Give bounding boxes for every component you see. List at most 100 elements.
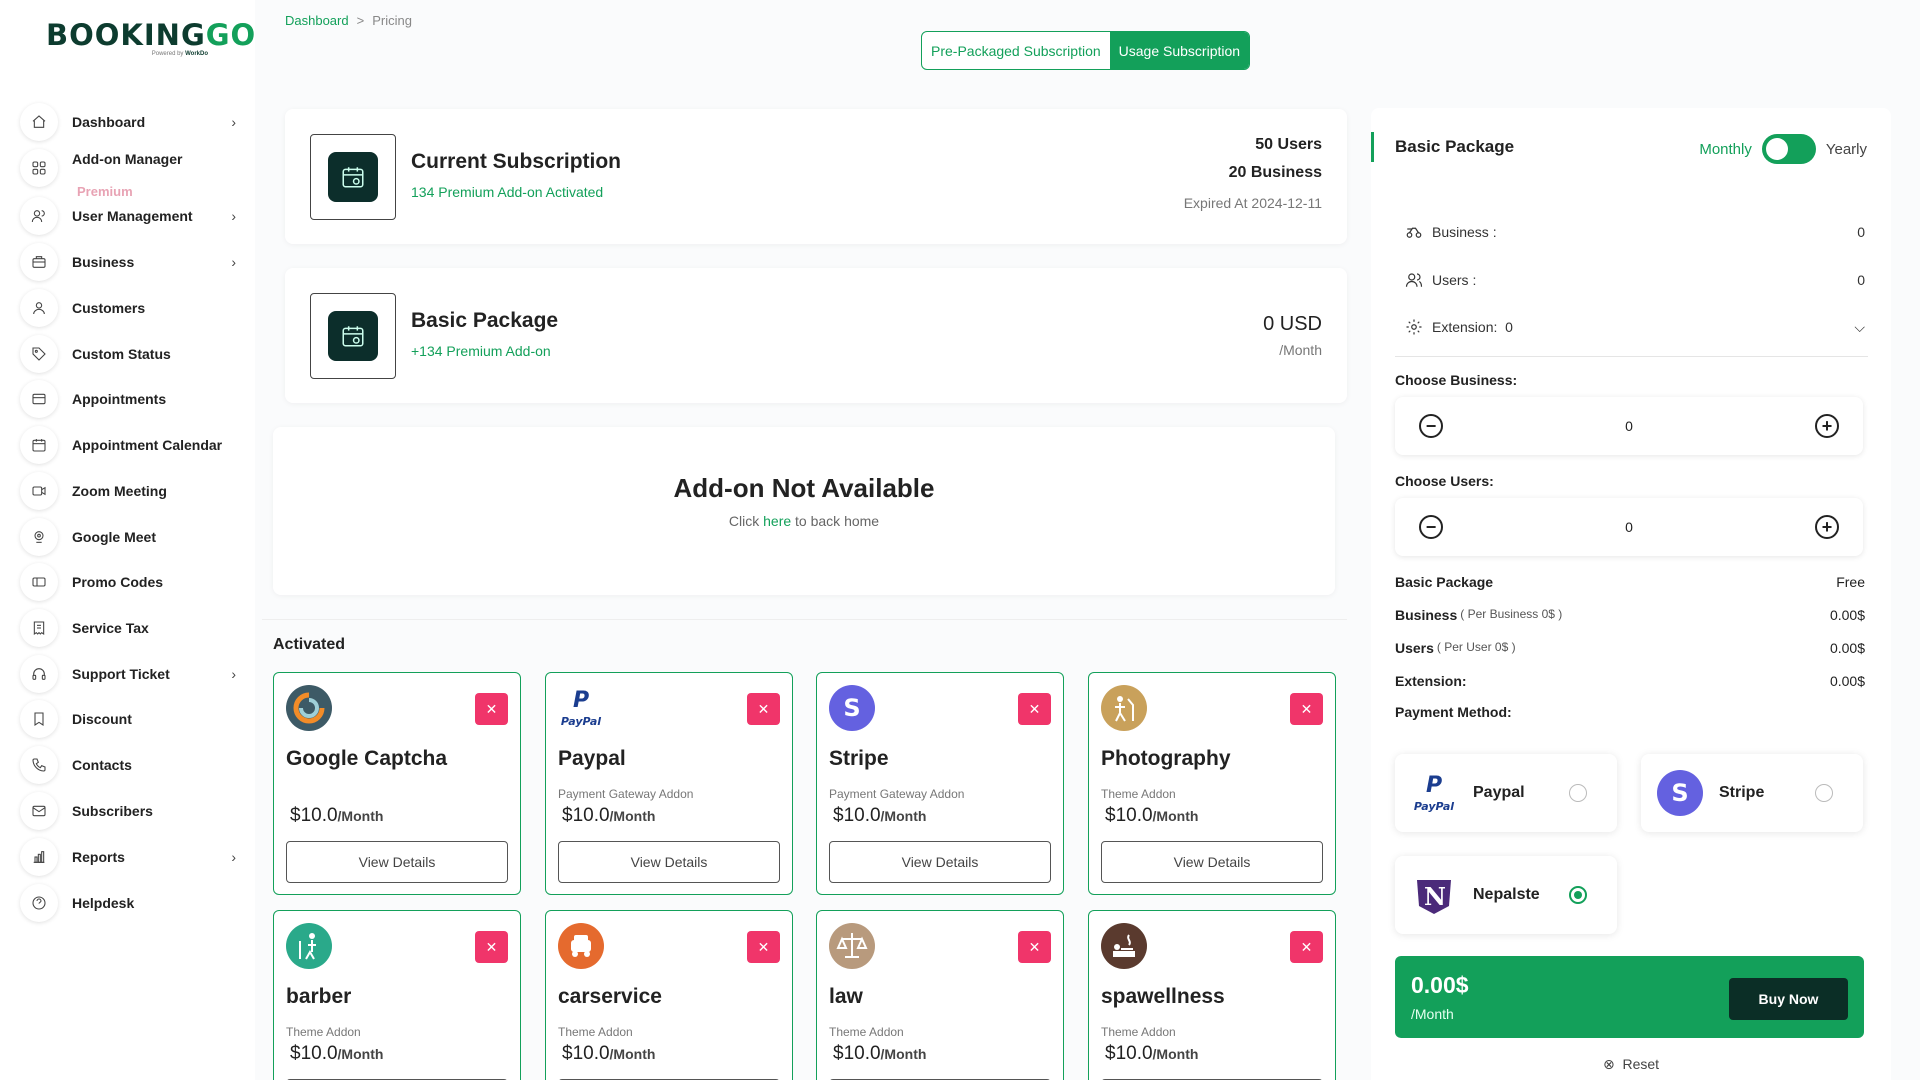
- addon-card-photography: ✕ Photography Theme Addon $10.0/Month View D…: [1088, 672, 1336, 895]
- sidebar-item-helpdesk[interactable]: Helpdesk: [20, 883, 240, 923]
- view-details-button[interactable]: View Details: [286, 841, 508, 883]
- remove-addon-button[interactable]: ✕: [475, 693, 508, 725]
- reset-button[interactable]: ⊗ Reset: [1371, 1056, 1891, 1073]
- sidebar-item-label: Support Ticket: [72, 666, 170, 682]
- addon-card-law: ✕lawTheme Addon$10.0/MonthView Details: [816, 910, 1064, 1080]
- brand-logo[interactable]: BOOKINGGO Powered by WorkDo: [46, 18, 255, 62]
- sidebar-item-discount[interactable]: Discount: [20, 699, 240, 739]
- addon-name: carservice: [558, 985, 662, 1008]
- buy-now-button[interactable]: Buy Now: [1729, 978, 1848, 1020]
- barber-icon: [286, 923, 332, 969]
- addon-card-google-captcha: ✕ Google Captcha $10.0/Month View Details: [273, 672, 521, 895]
- billing-toggle[interactable]: [1761, 134, 1816, 164]
- sidebar-item-promo-codes[interactable]: Promo Codes: [20, 562, 240, 602]
- basic-package-card: Basic Package +134 Premium Add-on 0 USD …: [285, 268, 1347, 403]
- addon-type: Theme Addon: [558, 1025, 633, 1039]
- nepalste-radio[interactable]: [1569, 886, 1587, 904]
- captcha-icon: [286, 685, 332, 731]
- addon-type: Theme Addon: [829, 1025, 904, 1039]
- view-details-button[interactable]: View Details: [1101, 841, 1323, 883]
- sidebar-item-dashboard[interactable]: Dashboard ›: [20, 102, 240, 142]
- addon-name: Stripe: [829, 747, 889, 770]
- briefcase-icon: [20, 243, 58, 281]
- yearly-label: Yearly: [1825, 140, 1867, 158]
- sidebar-item-support-ticket[interactable]: Support Ticket ›: [20, 654, 240, 694]
- business-increment-button[interactable]: +: [1815, 414, 1839, 438]
- sidebar-item-add-on-manager[interactable]: Add-on Manager: [20, 149, 240, 189]
- stripe-radio[interactable]: [1815, 784, 1833, 802]
- view-details-button[interactable]: View Details: [829, 841, 1051, 883]
- addon-name: Photography: [1101, 747, 1231, 770]
- svg-text:N: N: [1424, 882, 1446, 911]
- expiry-date: Expired At 2024-12-11: [1183, 195, 1322, 211]
- users-increment-button[interactable]: +: [1815, 515, 1839, 539]
- payment-option-stripe[interactable]: S Stripe: [1641, 754, 1863, 832]
- remove-addon-button[interactable]: ✕: [1290, 693, 1323, 725]
- phone-icon: [20, 746, 58, 784]
- remove-addon-button[interactable]: ✕: [1018, 693, 1051, 725]
- package-icon: [310, 293, 396, 379]
- remove-addon-button[interactable]: ✕: [1018, 931, 1051, 963]
- sidebar-item-business[interactable]: Business ›: [20, 242, 240, 282]
- sidebar-item-user-management[interactable]: User Management ›: [20, 196, 240, 236]
- back-home-link[interactable]: here: [763, 513, 791, 529]
- business-quantity-input[interactable]: [1495, 411, 1763, 441]
- sidebar-item-label: Google Meet: [72, 529, 157, 545]
- sidebar-item-label: User Management: [72, 208, 193, 224]
- sidebar-item-label: Add-on Manager: [72, 151, 183, 167]
- users-quantity-input[interactable]: [1495, 512, 1763, 542]
- addon-price: $10.0/Month: [290, 1043, 384, 1064]
- remove-addon-button[interactable]: ✕: [475, 931, 508, 963]
- breadcrumb-separator: >: [356, 13, 365, 28]
- business-decrement-button[interactable]: −: [1419, 414, 1443, 438]
- sidebar-item-appointment-calendar[interactable]: Appointment Calendar: [20, 425, 240, 465]
- users-icon: [20, 197, 58, 235]
- view-details-button[interactable]: View Details: [558, 841, 780, 883]
- remove-addon-button[interactable]: ✕: [1290, 931, 1323, 963]
- addon-card-paypal: P PayPal ✕ Paypal Payment Gateway Addon $10.0…: [545, 672, 793, 895]
- billing-toggle-group: Monthly Yearly: [1699, 134, 1867, 164]
- addon-type: Payment Gateway Addon: [558, 787, 694, 801]
- sidebar-item-label: Helpdesk: [72, 895, 135, 911]
- addon-not-available-card: Add-on Not Available Click here to back …: [273, 427, 1335, 595]
- breadcrumb-current: Pricing: [372, 13, 412, 28]
- chevron-right-icon: ›: [231, 254, 236, 270]
- price-business: Business( Per Business 0$ ) 0.00$: [1395, 607, 1865, 623]
- payment-option-paypal[interactable]: P PayPal Paypal: [1395, 754, 1617, 832]
- addon-name: law: [829, 985, 863, 1008]
- sidebar-item-service-tax[interactable]: Service Tax: [20, 608, 240, 648]
- svg-text:P: P: [1426, 773, 1442, 798]
- sidebar-item-zoom-meeting[interactable]: Zoom Meeting: [20, 471, 240, 511]
- addon-card-carservice: ✕carserviceTheme Addon$10.0/MonthView De…: [545, 910, 793, 1080]
- grid-icon: [20, 149, 58, 187]
- tab-usage[interactable]: Usage Subscription: [1109, 32, 1250, 69]
- summary-extension[interactable]: Extension: 0 ⌵: [1405, 315, 1865, 339]
- sidebar-item-contacts[interactable]: Contacts: [20, 745, 240, 785]
- sidebar-item-reports[interactable]: Reports ›: [20, 837, 240, 877]
- spa-icon: [1101, 923, 1147, 969]
- sidebar-item-label: Subscribers: [72, 803, 153, 819]
- addon-price: $10.0/Month: [290, 805, 384, 826]
- current-subscription-card: Current Subscription 134 Premium Add-on …: [285, 109, 1347, 244]
- sidebar-item-google-meet[interactable]: Google Meet: [20, 517, 240, 557]
- sidebar-item-appointments[interactable]: Appointments: [20, 379, 240, 419]
- ticket-icon: [20, 563, 58, 601]
- users-decrement-button[interactable]: −: [1419, 515, 1443, 539]
- logo-sub-brand: WorkDo: [185, 51, 208, 57]
- basic-package-title: Basic Package: [411, 309, 559, 332]
- paypal-radio[interactable]: [1569, 784, 1587, 802]
- sidebar-item-custom-status[interactable]: Custom Status: [20, 334, 240, 374]
- remove-addon-button[interactable]: ✕: [747, 931, 780, 963]
- pricing-panel: Basic Package Monthly Yearly Business :0…: [1371, 108, 1891, 1080]
- remove-addon-button[interactable]: ✕: [747, 693, 780, 725]
- sidebar-item-subscribers[interactable]: Subscribers: [20, 791, 240, 831]
- breadcrumb-home[interactable]: Dashboard: [285, 13, 349, 28]
- sidebar-item-label: Customers: [72, 300, 146, 316]
- sidebar-item-customers[interactable]: Customers: [20, 288, 240, 328]
- svg-text:S: S: [843, 694, 860, 722]
- tab-prepackaged[interactable]: Pre-Packaged Subscription: [922, 32, 1110, 69]
- payment-option-nepalste[interactable]: N Nepalste: [1395, 856, 1617, 934]
- calendar-icon: [20, 426, 58, 464]
- svg-text:P: P: [573, 688, 589, 713]
- stripe-icon: S: [829, 685, 875, 731]
